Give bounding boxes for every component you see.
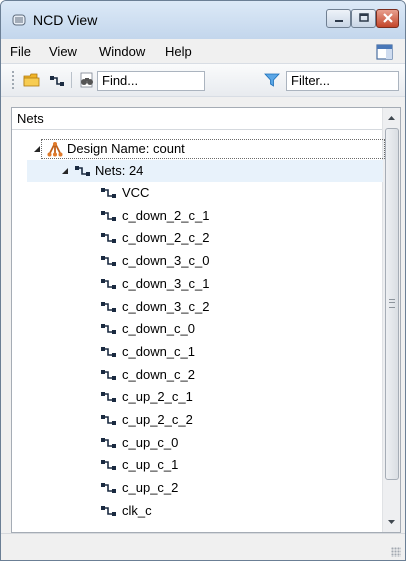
close-button[interactable] xyxy=(376,9,399,28)
net-row[interactable]: c_down_3_c_0 xyxy=(101,251,371,271)
net-label: VCC xyxy=(122,185,150,200)
net-label: c_down_3_c_0 xyxy=(122,253,210,268)
net-label: c_down_c_2 xyxy=(122,367,195,382)
net-row[interactable]: c_down_2_c_1 xyxy=(101,206,371,226)
panel-dock-icon[interactable] xyxy=(375,43,395,61)
net-row[interactable]: c_down_c_0 xyxy=(101,319,371,339)
scrollbar-thumb[interactable] xyxy=(385,128,399,480)
net-label: c_up_2_c_1 xyxy=(122,389,193,404)
net-icon xyxy=(101,347,116,357)
nets-group-row[interactable]: Nets: 24 xyxy=(27,160,383,182)
vertical-scrollbar[interactable] xyxy=(382,108,400,532)
scrollbar-grip xyxy=(389,299,395,308)
net-icon xyxy=(101,302,116,312)
find-input[interactable]: Find... xyxy=(97,71,205,91)
menu-help[interactable]: Help xyxy=(165,44,192,59)
net-row[interactable]: c_down_c_1 xyxy=(101,342,371,362)
net-row[interactable]: c_down_c_2 xyxy=(101,365,371,385)
menu-bar: File View Window Help xyxy=(1,39,405,63)
net-label: c_down_2_c_1 xyxy=(122,208,210,223)
net-label: clk_c xyxy=(122,503,152,518)
net-label: c_up_c_2 xyxy=(122,480,179,495)
ncd-view-window: NCD View File View Window Help Find... F… xyxy=(0,0,406,561)
net-row[interactable]: c_up_2_c_2 xyxy=(101,410,371,430)
nets-count-label: Nets: 24 xyxy=(95,163,144,178)
net-label: c_down_c_1 xyxy=(122,344,195,359)
net-icon xyxy=(101,460,116,470)
net-row[interactable]: c_down_3_c_2 xyxy=(101,297,371,317)
minimize-icon xyxy=(335,20,343,22)
window-title: NCD View xyxy=(33,12,98,28)
collapse-arrow-icon[interactable] xyxy=(61,167,69,175)
net-label: c_down_3_c_2 xyxy=(122,299,210,314)
toolbar-separator xyxy=(71,72,72,88)
net-icon xyxy=(101,279,116,289)
scroll-down-icon[interactable] xyxy=(383,513,400,530)
net-icon xyxy=(101,188,116,198)
scroll-up-icon[interactable] xyxy=(383,110,400,127)
net-icon xyxy=(101,438,116,448)
maximize-icon xyxy=(359,13,369,22)
net-icon xyxy=(101,370,116,380)
net-icon xyxy=(101,233,116,243)
net-row[interactable]: c_up_c_2 xyxy=(101,478,371,498)
open-folder-icon[interactable] xyxy=(23,72,41,88)
maximize-button[interactable] xyxy=(351,9,376,28)
net-label: c_down_c_0 xyxy=(122,321,195,336)
panel-header-label: Nets xyxy=(17,111,44,126)
net-toolbar-icon[interactable] xyxy=(48,72,66,88)
net-row[interactable]: c_down_3_c_1 xyxy=(101,274,371,294)
toolbar: Find... Filter... xyxy=(1,63,405,97)
title-bar: NCD View xyxy=(1,1,405,40)
net-icon xyxy=(101,415,116,425)
net-icon xyxy=(101,324,116,334)
menu-window[interactable]: Window xyxy=(99,44,145,59)
toolbar-grip[interactable] xyxy=(11,70,15,90)
filter-input[interactable]: Filter... xyxy=(286,71,399,91)
net-row[interactable]: c_up_c_1 xyxy=(101,455,371,475)
net-icon xyxy=(101,483,116,493)
net-row[interactable]: VCC xyxy=(101,183,371,203)
net-row[interactable]: c_down_2_c_2 xyxy=(101,228,371,248)
design-name-label: Design Name: count xyxy=(67,141,185,156)
find-binoculars-icon[interactable] xyxy=(78,72,96,88)
net-icon xyxy=(101,211,116,221)
resize-grip-icon[interactable] xyxy=(391,547,401,557)
status-bar xyxy=(1,533,405,560)
net-icon xyxy=(101,506,116,516)
net-icon xyxy=(101,392,116,402)
net-row[interactable]: c_up_c_0 xyxy=(101,433,371,453)
net-row[interactable]: c_up_2_c_1 xyxy=(101,387,371,407)
net-row[interactable]: clk_c xyxy=(101,501,371,521)
collapse-arrow-icon[interactable] xyxy=(33,145,41,153)
close-icon xyxy=(383,13,393,23)
net-icon xyxy=(75,166,90,176)
net-label: c_up_c_1 xyxy=(122,457,179,472)
panel-header[interactable]: Nets xyxy=(12,108,384,130)
design-hierarchy-icon xyxy=(47,142,63,157)
filter-icon[interactable] xyxy=(263,72,281,88)
ncd-app-icon xyxy=(12,14,26,26)
menu-file[interactable]: File xyxy=(10,44,31,59)
menu-view[interactable]: View xyxy=(49,44,77,59)
minimize-button[interactable] xyxy=(326,9,351,28)
net-label: c_up_c_0 xyxy=(122,435,179,450)
net-icon xyxy=(101,256,116,266)
tree-root-row[interactable]: Design Name: count xyxy=(17,139,385,159)
net-label: c_down_2_c_2 xyxy=(122,230,210,245)
net-label: c_down_3_c_1 xyxy=(122,276,210,291)
net-label: c_up_2_c_2 xyxy=(122,412,193,427)
